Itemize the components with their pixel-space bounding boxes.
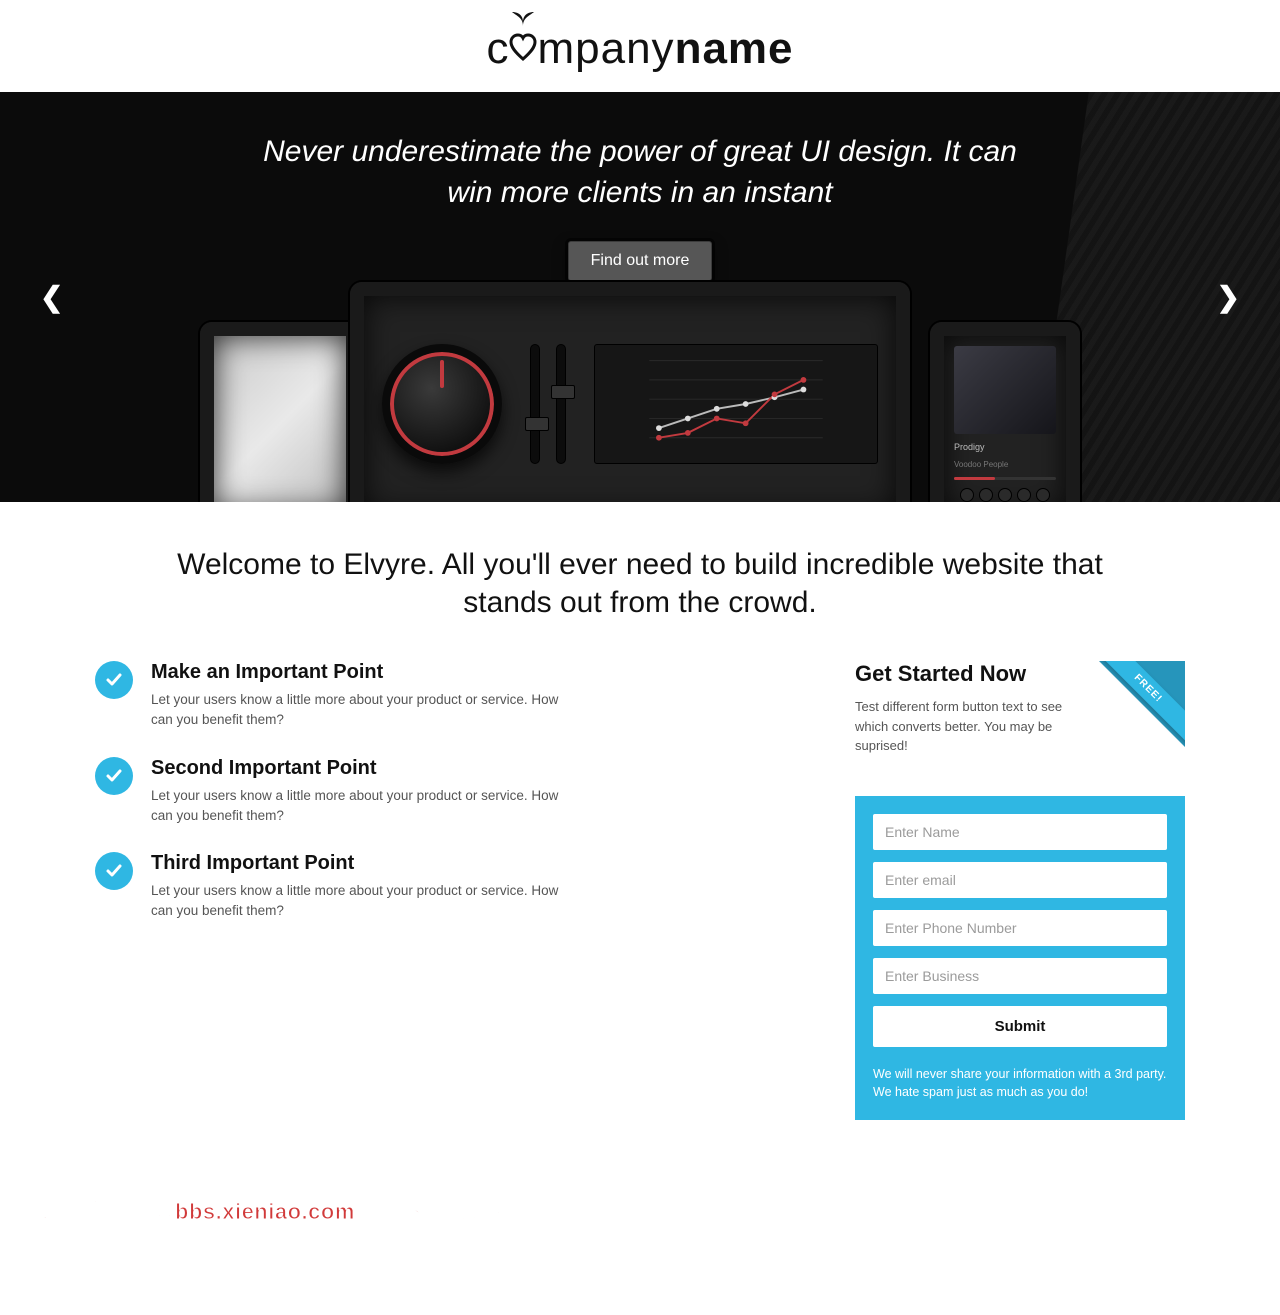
- hero-carousel: Never underestimate the power of great U…: [0, 92, 1280, 502]
- signup-column: FREE! Get Started Now Test different for…: [855, 661, 1185, 1120]
- logo-part-right: name: [675, 24, 794, 74]
- signup-sub: Test different form button text to see w…: [855, 697, 1065, 756]
- device-phone-right: Prodigy Voodoo People: [930, 322, 1080, 502]
- logo-part-left: c: [486, 24, 509, 74]
- music-artist: Prodigy: [954, 442, 1056, 452]
- device-tablet-left: [200, 322, 360, 502]
- music-track: Voodoo People: [954, 460, 1056, 469]
- hero-devices-mock: ★★★☆☆ Prodigy Voodoo People: [200, 272, 1080, 502]
- check-icon: [95, 852, 133, 890]
- feature-point: Make an Important Point Let your users k…: [95, 661, 795, 731]
- logo-heart-o: [509, 24, 537, 74]
- rewind-icon: [979, 488, 993, 502]
- email-field[interactable]: [873, 862, 1167, 898]
- signup-form: Submit We will never share your informat…: [855, 796, 1185, 1121]
- check-icon: [95, 757, 133, 795]
- slider-1: [530, 344, 540, 464]
- carousel-prev-button[interactable]: ❮: [40, 281, 63, 314]
- prev-track-icon: [960, 488, 974, 502]
- privacy-note: We will never share your information wit…: [873, 1065, 1167, 1103]
- slider-2: [556, 344, 566, 464]
- phone-field[interactable]: [873, 910, 1167, 946]
- feature-point-body: Let your users know a little more about …: [151, 881, 571, 922]
- pause-icon: [998, 488, 1012, 502]
- feature-point-body: Let your users know a little more about …: [151, 786, 571, 827]
- site-header: c mpany name: [0, 0, 1280, 92]
- heart-o-icon: [509, 33, 537, 63]
- knob-widget: [382, 344, 502, 464]
- feature-point-title: Second Important Point: [151, 757, 571, 780]
- forward-icon: [1017, 488, 1031, 502]
- feature-point: Third Important Point Let your users kno…: [95, 852, 795, 922]
- next-track-icon: [1036, 488, 1050, 502]
- free-ribbon: FREE!: [1099, 661, 1185, 747]
- feature-point-title: Make an Important Point: [151, 661, 571, 684]
- hero-headline: Never underestimate the power of great U…: [260, 92, 1020, 213]
- submit-button[interactable]: Submit: [873, 1006, 1167, 1047]
- feature-points-column: Make an Important Point Let your users k…: [95, 661, 795, 1120]
- name-field[interactable]: [873, 814, 1167, 850]
- welcome-heading: Welcome to Elvyre. All you'll ever need …: [95, 502, 1185, 651]
- sliders-widget: [530, 344, 566, 464]
- album-art: [954, 346, 1056, 434]
- feature-point: Second Important Point Let your users kn…: [95, 757, 795, 827]
- line-chart-icon: [605, 351, 867, 457]
- logo: c mpany name: [486, 24, 793, 74]
- progress-bar: [954, 477, 1056, 480]
- player-controls: [954, 488, 1056, 502]
- carousel-next-button[interactable]: ❯: [1217, 281, 1240, 314]
- watermark-text: 访问血鸟社区bbs.xieniao.com免费下载更多内容: [0, 1190, 1280, 1236]
- logo-part-mid: mpany: [537, 24, 674, 74]
- chart-widget: [594, 344, 878, 464]
- leaf-icon: [510, 10, 536, 26]
- feature-point-body: Let your users know a little more about …: [151, 690, 571, 731]
- business-field[interactable]: [873, 958, 1167, 994]
- ribbon-label: FREE!: [1099, 661, 1185, 747]
- check-icon: [95, 661, 133, 699]
- feature-point-title: Third Important Point: [151, 852, 571, 875]
- device-monitor-center: ★★★☆☆: [350, 282, 910, 502]
